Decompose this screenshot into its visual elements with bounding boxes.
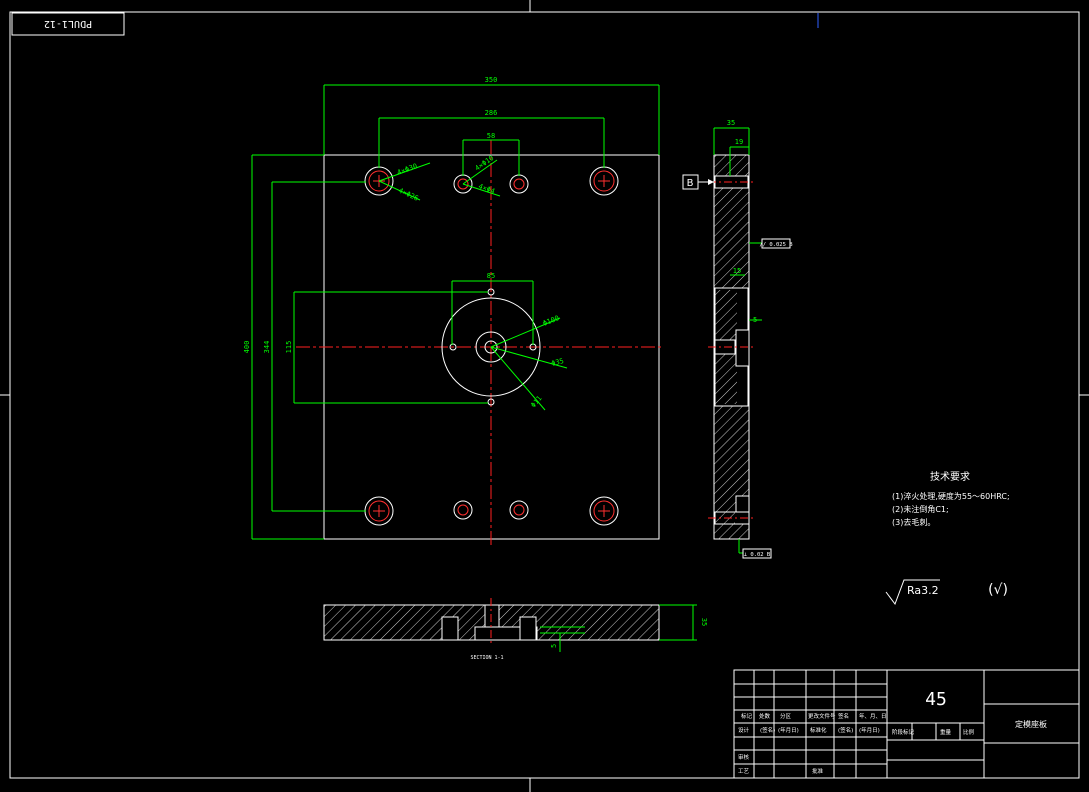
material: 45 xyxy=(925,689,947,710)
side-view: 35 19 5 15 B // 0.025 B ⊥ 0.02 B xyxy=(682,119,793,559)
tb-row-a-1: 处数 xyxy=(759,712,771,720)
roughness-general: (√) xyxy=(988,582,1008,598)
small-hole xyxy=(509,174,529,194)
tb-scale-label: 比例 xyxy=(963,728,975,736)
tech-requirements: 技术要求 (1)淬火处理,硬度为55～60HRC; (2)未注倒角C1; (3)… xyxy=(892,470,1010,527)
dim-top-holes: 286 xyxy=(485,109,498,117)
tb-row-b-5: (年月日) xyxy=(859,726,880,734)
centerlines xyxy=(296,140,662,545)
tb-row-d-3: 批准 xyxy=(812,767,824,775)
dim-left-height: 400 xyxy=(243,341,251,354)
large-hole xyxy=(364,496,394,526)
dimension-lines xyxy=(251,84,660,540)
title-block-text: 45 定模座板 标记 处数 分区 更改文件号 签名 年、月、日 设计 (签名) … xyxy=(738,689,1047,775)
roughness-symbol: Ra3.2 (√) xyxy=(885,579,1008,606)
tech-title: 技术要求 xyxy=(930,470,970,483)
tb-row-a-2: 分区 xyxy=(780,712,792,720)
callout-large-holes-b: 4×Φ26 xyxy=(397,187,419,203)
section-label: SECTION 1-1 xyxy=(470,655,503,661)
drawing-code: PDUL1-12 xyxy=(44,18,92,29)
tb-row-a-4: 签名 xyxy=(838,712,849,720)
datum-b: B xyxy=(682,174,714,190)
tolerance-frame-2: ⊥ 0.02 B xyxy=(742,548,772,559)
dim-bottom-small: 5 xyxy=(550,644,558,648)
callout-circle-small: Φ11 xyxy=(529,394,543,409)
tb-row-a-0: 标记 xyxy=(741,712,753,720)
callout-small-holes-b: 4×Φ4 xyxy=(477,182,496,195)
tech-item-1: (1)淬火处理,硬度为55～60HRC; xyxy=(892,491,1010,501)
large-hole xyxy=(589,166,619,196)
dim-top-small: 58 xyxy=(487,132,495,140)
tb-weight-label: 重量 xyxy=(940,728,952,736)
tolerance-frame-1: // 0.025 B xyxy=(759,238,793,249)
tb-stage-label: 阶段标记 xyxy=(892,728,915,736)
dim-side-mid: 15 xyxy=(733,267,741,275)
drawing-code-box: PDUL1-12 xyxy=(11,12,125,36)
tb-row-c-0: 审核 xyxy=(738,753,750,761)
roughness-value: Ra3.2 xyxy=(907,584,939,597)
front-view: 350 286 58 85 400 344 115 4×Φ30 4×Φ26 4×… xyxy=(243,76,662,545)
callout-circle-outer: Φ100 xyxy=(542,314,561,328)
tb-row-d-0: 工艺 xyxy=(738,768,750,775)
small-hole xyxy=(453,500,473,520)
dim-left-center: 115 xyxy=(285,341,293,354)
dim-left-holes: 344 xyxy=(263,341,271,354)
datum-label: B xyxy=(687,178,694,189)
tolerance-1-text: // 0.025 B xyxy=(759,242,793,248)
tech-item-2: (2)未注倒角C1; xyxy=(892,504,949,514)
tb-row-b-3: 标准化 xyxy=(810,726,827,734)
tolerance-2-text: ⊥ 0.02 B xyxy=(744,552,771,558)
tb-row-a-5: 年、月、日 xyxy=(859,712,887,720)
dimension-labels: 350 286 58 85 400 344 115 4×Φ30 4×Φ26 4×… xyxy=(243,76,565,409)
large-hole xyxy=(589,496,619,526)
dim-top-width: 350 xyxy=(485,76,498,84)
small-hole xyxy=(509,500,529,520)
dim-bottom-thickness: 35 xyxy=(700,618,708,626)
dim-center-span: 85 xyxy=(487,272,495,280)
drawing-frame xyxy=(0,0,1089,792)
tb-row-b-1: (签名) xyxy=(760,726,775,734)
section-view: 35 5 SECTION 1-1 xyxy=(323,598,708,661)
dim-side-small: 5 xyxy=(753,316,757,324)
part-name: 定模座板 xyxy=(1015,719,1047,729)
dim-side-thickness: 35 xyxy=(727,119,735,127)
tb-row-a-3: 更改文件号 xyxy=(808,712,836,720)
callout-large-holes-a: 4×Φ30 xyxy=(396,162,419,177)
cad-drawing-canvas: PDUL1-12 350 286 58 85 400 344 115 4×Φ30… xyxy=(0,0,1089,792)
tb-row-b-2: (年月日) xyxy=(778,726,799,734)
tb-row-b-0: 设计 xyxy=(738,726,750,734)
tech-item-3: (3)去毛刺。 xyxy=(892,517,935,527)
tb-row-b-4: (签名) xyxy=(838,726,853,734)
dim-side-step: 19 xyxy=(735,138,743,146)
